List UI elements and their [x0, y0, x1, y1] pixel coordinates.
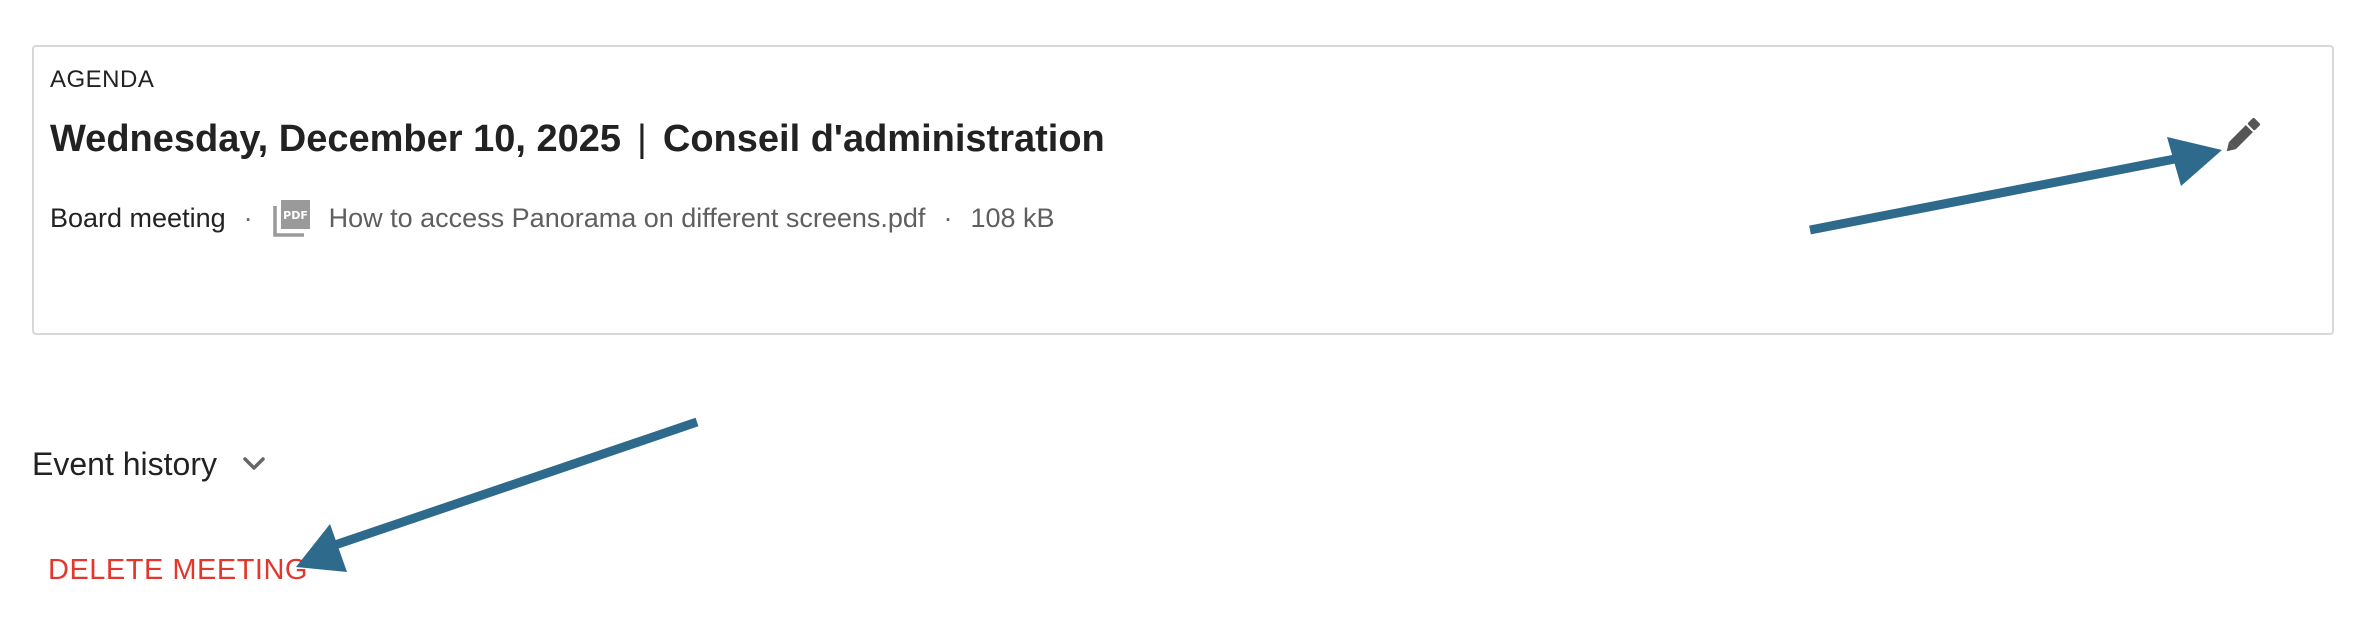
meeting-title: Wednesday, December 10, 2025 | Conseil d'a… [50, 118, 1105, 161]
meeting-type: Board meeting [50, 202, 226, 233]
attachment-size: 108 kB [970, 202, 1055, 233]
pencil-icon[interactable] [2218, 110, 2268, 160]
chevron-down-icon[interactable] [239, 449, 269, 479]
attachment-link[interactable]: How to access Panorama on different scre… [329, 203, 926, 234]
section-label: AGENDA [50, 66, 155, 93]
meta-dot: · [243, 202, 253, 233]
annotation-arrow-delete [296, 417, 699, 572]
meeting-date: Wednesday, December 10, 2025 [50, 118, 622, 160]
meta-dot: · [943, 202, 953, 233]
pdf-file-icon[interactable]: PDF [271, 197, 313, 239]
meeting-meta: Board meeting · PDF How to access Panora… [50, 196, 1055, 240]
title-separator: | [637, 118, 647, 160]
event-history-toggle[interactable]: Event history [32, 442, 269, 486]
pdf-icon-text: PDF [283, 209, 308, 222]
committee-name: Conseil d'administration [662, 118, 1105, 160]
event-history-label: Event history [32, 445, 217, 482]
delete-meeting-button[interactable]: DELETE MEETING [48, 554, 308, 587]
agenda-card [32, 45, 2334, 335]
